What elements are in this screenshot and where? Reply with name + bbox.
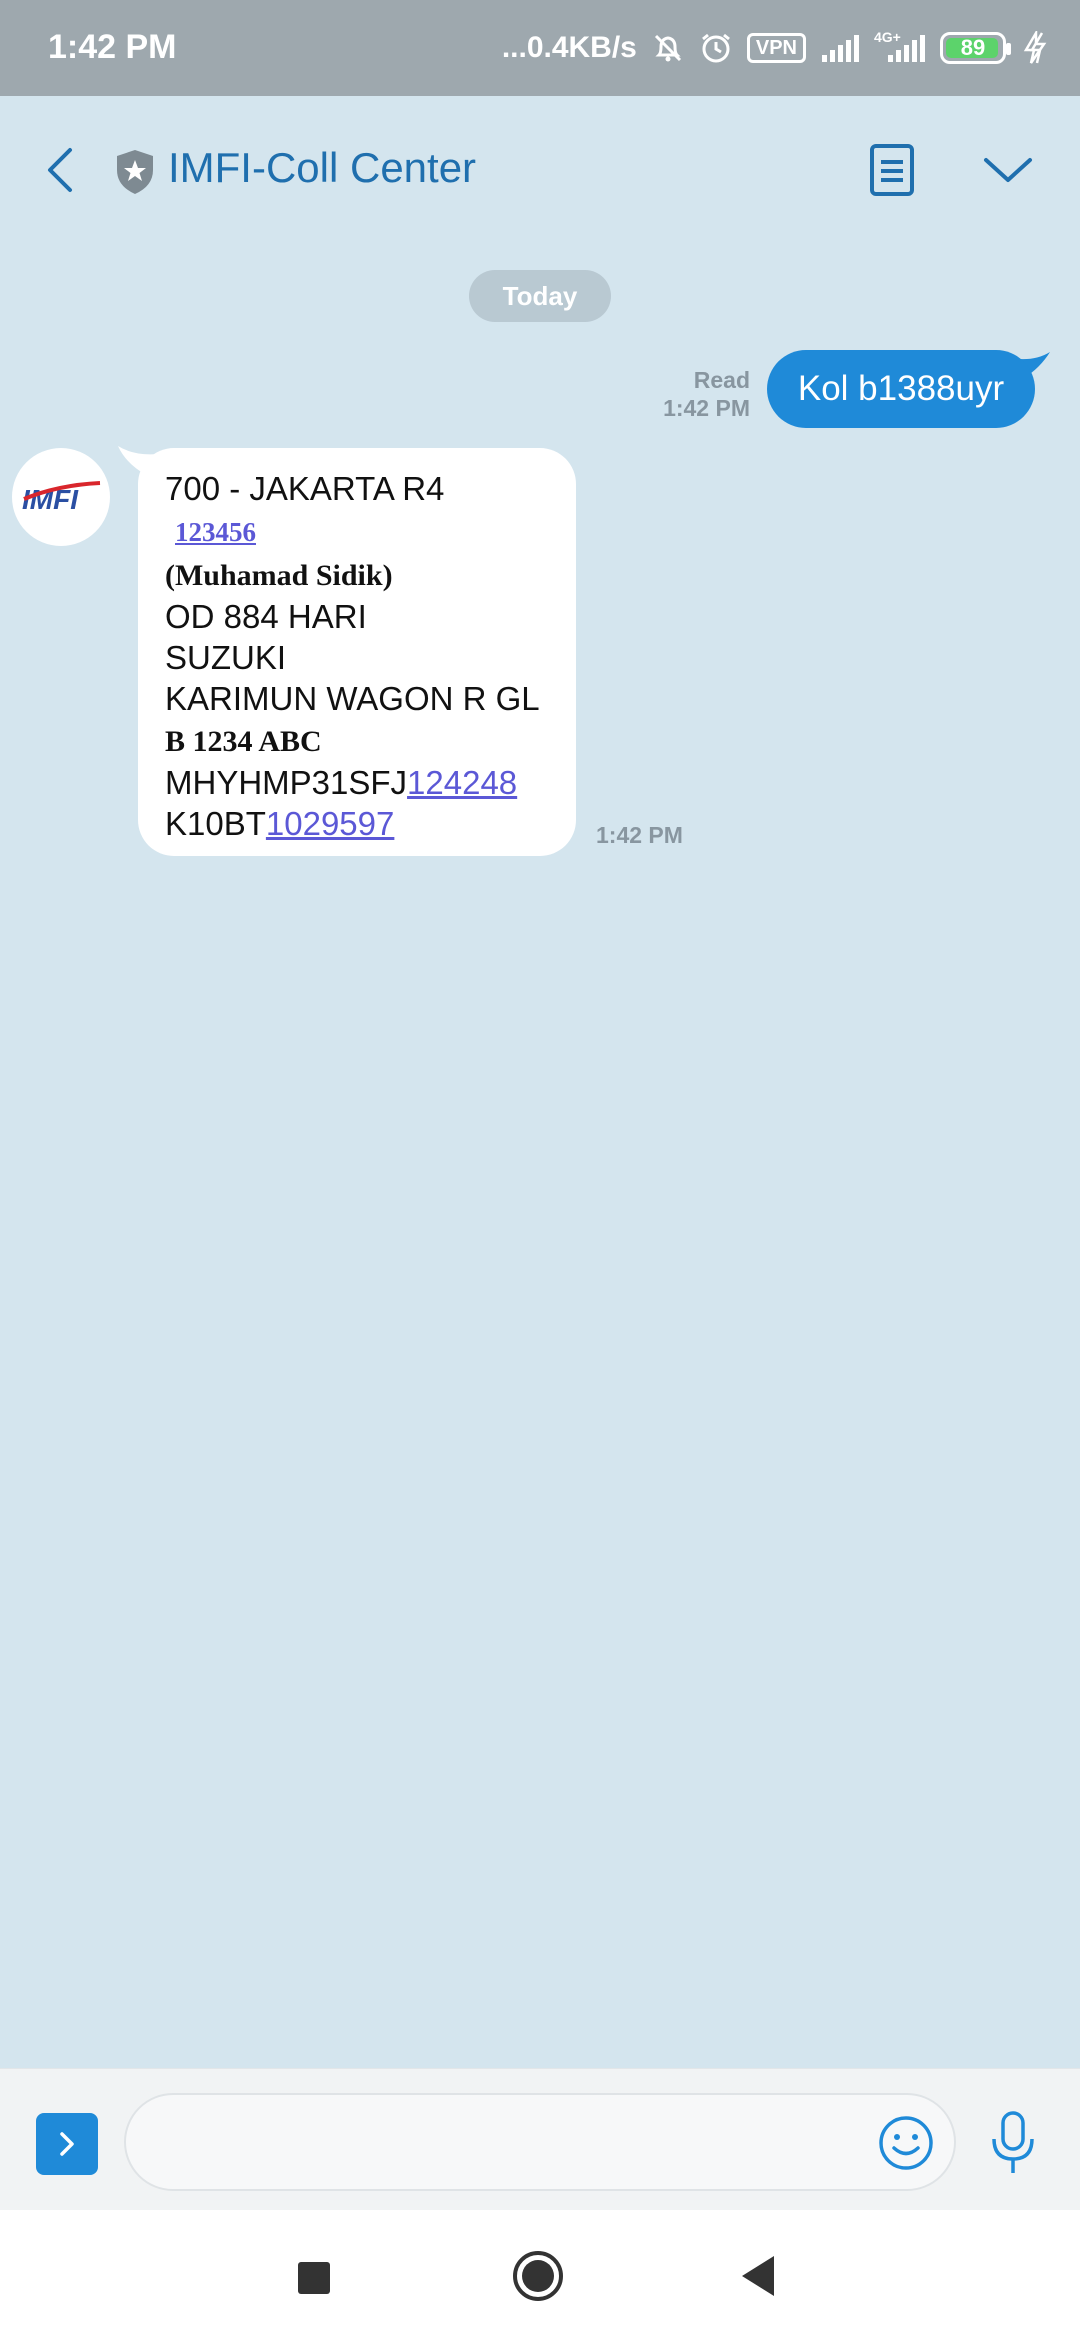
- outgoing-message[interactable]: Kol b1388uyr: [767, 350, 1035, 428]
- imfi-logo-icon: IMFI: [22, 481, 101, 515]
- alarm-icon: [701, 33, 730, 63]
- message-text: K10BT: [165, 805, 266, 842]
- navigation-bar: [0, 2210, 1080, 2340]
- message-line: MHYHMP31SFJ124248: [165, 762, 576, 803]
- outgoing-meta: Read 1:42 PM: [663, 366, 750, 422]
- message-line: 700 - JAKARTA R4: [165, 470, 445, 507]
- network-4g: 4G+: [874, 29, 926, 63]
- message-line: 123456: [165, 509, 576, 553]
- date-separator: Today: [469, 270, 611, 322]
- home-button[interactable]: [512, 2250, 564, 2302]
- message-input[interactable]: [124, 2093, 956, 2191]
- status-bar: 1:42 PM ...0.4KB/s VPN 4G+ 89: [0, 0, 1080, 96]
- message-line: KARIMUN WAGON R GL: [165, 680, 540, 717]
- message-line: B 1234 ABC: [165, 719, 576, 762]
- recents-button[interactable]: [298, 2262, 330, 2294]
- input-bar: [0, 2068, 1080, 2210]
- message-line: (Muhamad Sidik): [165, 553, 576, 596]
- mic-icon[interactable]: [986, 2109, 1040, 2177]
- message-name: (Muhamad Sidik): [165, 559, 393, 592]
- battery-icon: 89: [940, 32, 1011, 64]
- chevron-down-icon[interactable]: [980, 146, 1036, 196]
- outgoing-time: 1:42 PM: [663, 395, 750, 421]
- vpn-badge: VPN: [746, 33, 806, 63]
- network-speed: ...0.4KB/s: [501, 31, 637, 64]
- read-status: Read: [693, 367, 750, 393]
- chat-title: IMFI-Coll Center: [168, 144, 477, 191]
- expand-button[interactable]: [36, 2113, 98, 2175]
- shield-star-icon: [117, 150, 153, 194]
- status-icons: ...0.4KB/s VPN 4G+ 89: [502, 22, 1050, 74]
- battery-level: 89: [960, 35, 986, 60]
- status-time: 1:42 PM: [48, 28, 177, 66]
- mute-bell-icon: [654, 34, 681, 62]
- chat-header: IMFI-Coll Center: [0, 96, 1080, 246]
- note-icon[interactable]: [864, 140, 920, 200]
- network-type: 4G+: [874, 29, 901, 45]
- charging-icon: [1023, 31, 1047, 64]
- message-link[interactable]: 124248: [407, 764, 517, 801]
- message-text: MHYHMP31SFJ: [165, 764, 408, 801]
- emoji-icon[interactable]: [876, 2113, 936, 2173]
- message-line: SUZUKI: [165, 639, 287, 676]
- message-plate: B 1234 ABC: [165, 725, 322, 758]
- incoming-message[interactable]: 700 - JAKARTA R4 123456 (Muhamad Sidik) …: [138, 448, 576, 856]
- back-arrow-icon[interactable]: [32, 140, 92, 200]
- message-line: K10BT1029597: [165, 803, 576, 844]
- message-line: OD 884 HARI: [165, 598, 367, 635]
- incoming-time: 1:42 PM: [596, 822, 683, 848]
- expand-icon: [60, 2132, 74, 2156]
- message-link[interactable]: 123456: [165, 517, 256, 547]
- avatar[interactable]: IMFI: [12, 448, 110, 546]
- signal-icon: [822, 35, 859, 62]
- message-link[interactable]: 1029597: [266, 805, 394, 842]
- back-nav-button[interactable]: [740, 2254, 776, 2298]
